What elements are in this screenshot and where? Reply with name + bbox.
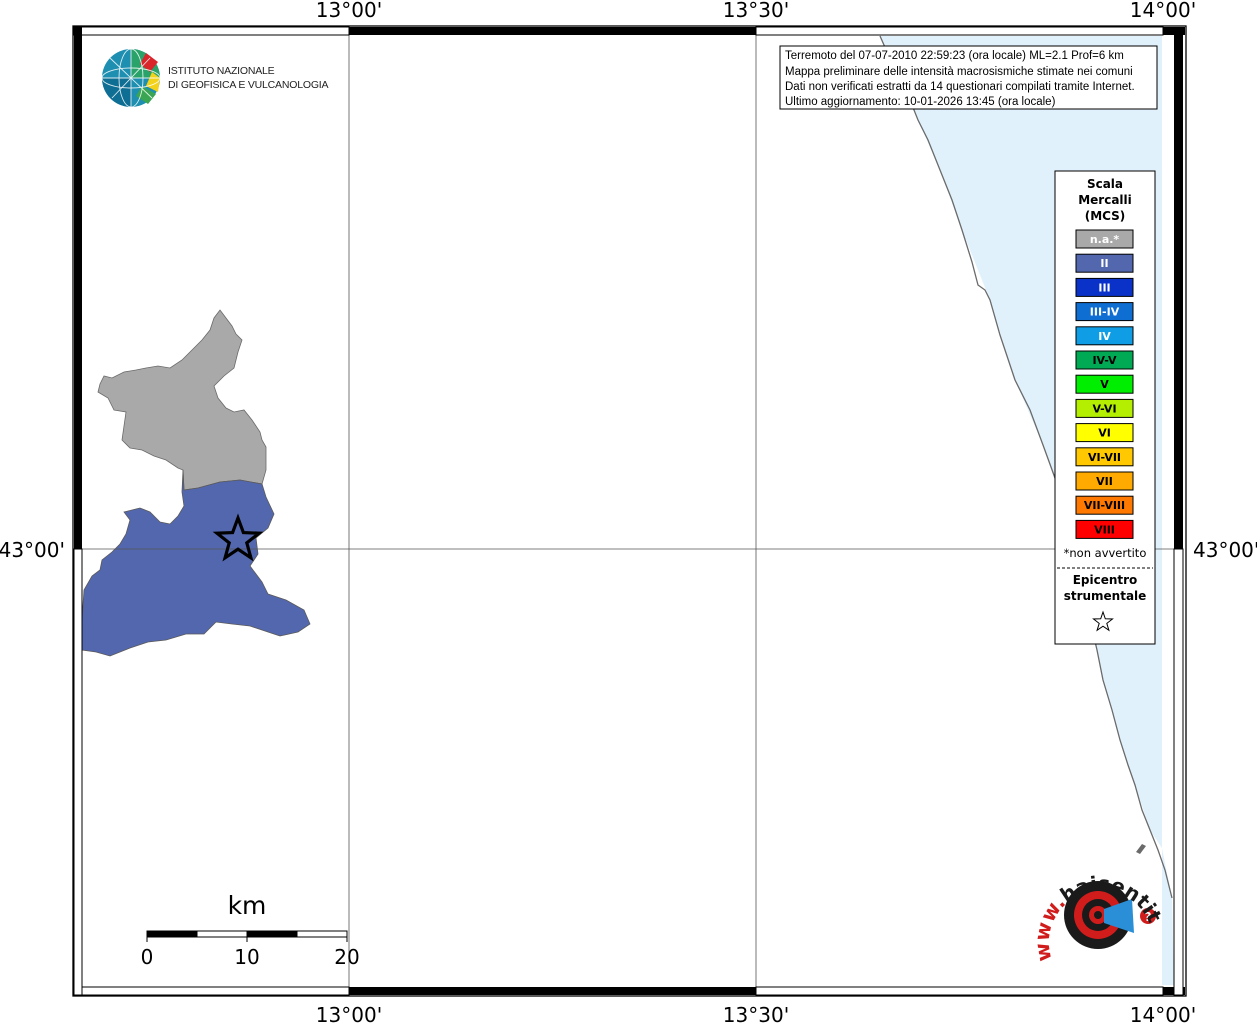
- legend-label-8: VI: [1098, 427, 1111, 440]
- legend-epicenter-label-2: strumentale: [1064, 589, 1147, 603]
- info-line-2: Mappa preliminare delle intensità macros…: [785, 66, 1133, 78]
- scale-label-10: 10: [234, 945, 259, 969]
- info-line-1: Terremoto del 07-07-2010 22:59:23 (ora l…: [785, 50, 1124, 62]
- legend-epicenter-label-1: Epicentro: [1073, 573, 1138, 587]
- legend-label-9: VI-VII: [1088, 451, 1121, 464]
- legend-title-3: (MCS): [1085, 209, 1126, 223]
- tick-lon-bottom-3: 14°00': [1130, 1003, 1196, 1024]
- tick-lon-top-3: 14°00': [1130, 0, 1196, 22]
- legend-label-2: III: [1098, 281, 1110, 294]
- tick-lon-bottom-1: 13°00': [316, 1003, 382, 1024]
- island-mark: [1136, 844, 1146, 854]
- info-box: Terremoto del 07-07-2010 22:59:23 (ora l…: [779, 45, 1158, 110]
- municipality-ii: [81, 469, 311, 657]
- legend-label-5: IV-V: [1092, 354, 1117, 367]
- legend-label-0: n.a.*: [1090, 233, 1120, 246]
- legend-label-3: III-IV: [1090, 306, 1120, 319]
- legend-label-1: II: [1100, 257, 1108, 270]
- legend-title-2: Mercalli: [1078, 193, 1132, 207]
- ingv-logo: ISTITUTO NAZIONALE DI GEOFISICA E VULCAN…: [101, 48, 329, 108]
- legend-label-11: VII-VIII: [1084, 499, 1125, 512]
- logo-line2: DI GEOFISICA E VULCANOLOGIA: [168, 79, 329, 91]
- scale-seg-3: [246, 930, 298, 938]
- macroseismic-map: 13°00' 13°30' 14°00' 13°00' 13°30' 14°00…: [0, 0, 1257, 1024]
- logo-line1: ISTITUTO NAZIONALE: [168, 65, 275, 77]
- scale-seg-2: [196, 930, 248, 938]
- info-line-4: Ultimo aggiornamento: 10-01-2026 13:45 (…: [785, 96, 1056, 108]
- legend: Scala Mercalli (MCS) n.a.*IIIIIIII-IVIVI…: [1054, 170, 1156, 645]
- legend-label-7: V-VI: [1092, 402, 1116, 415]
- legend-label-10: VII: [1096, 475, 1113, 488]
- ingv-globe-icon: [101, 48, 161, 108]
- scale-label-20: 20: [334, 945, 359, 969]
- tick-lon-top-1: 13°00': [316, 0, 382, 22]
- scale-bar: km 0 10 20: [141, 891, 360, 969]
- tick-lat-right: 43°00': [1193, 538, 1257, 562]
- scale-unit: km: [228, 891, 267, 920]
- legend-label-12: VIII: [1094, 523, 1115, 536]
- scale-seg-1: [146, 930, 198, 938]
- scale-seg-4: [296, 930, 348, 938]
- legend-label-4: IV: [1098, 330, 1111, 343]
- municipality-na: [97, 309, 267, 491]
- tick-lon-bottom-2: 13°30': [723, 1003, 789, 1024]
- legend-label-6: V: [1100, 378, 1109, 391]
- legend-title-1: Scala: [1087, 177, 1123, 191]
- tick-lon-top-2: 13°30': [723, 0, 789, 22]
- legend-note: *non avvertito: [1064, 546, 1147, 560]
- info-line-3: Dati non verificati estratti da 14 quest…: [785, 81, 1135, 93]
- tick-lat-left: 43°00': [0, 538, 65, 562]
- scale-label-0: 0: [141, 945, 154, 969]
